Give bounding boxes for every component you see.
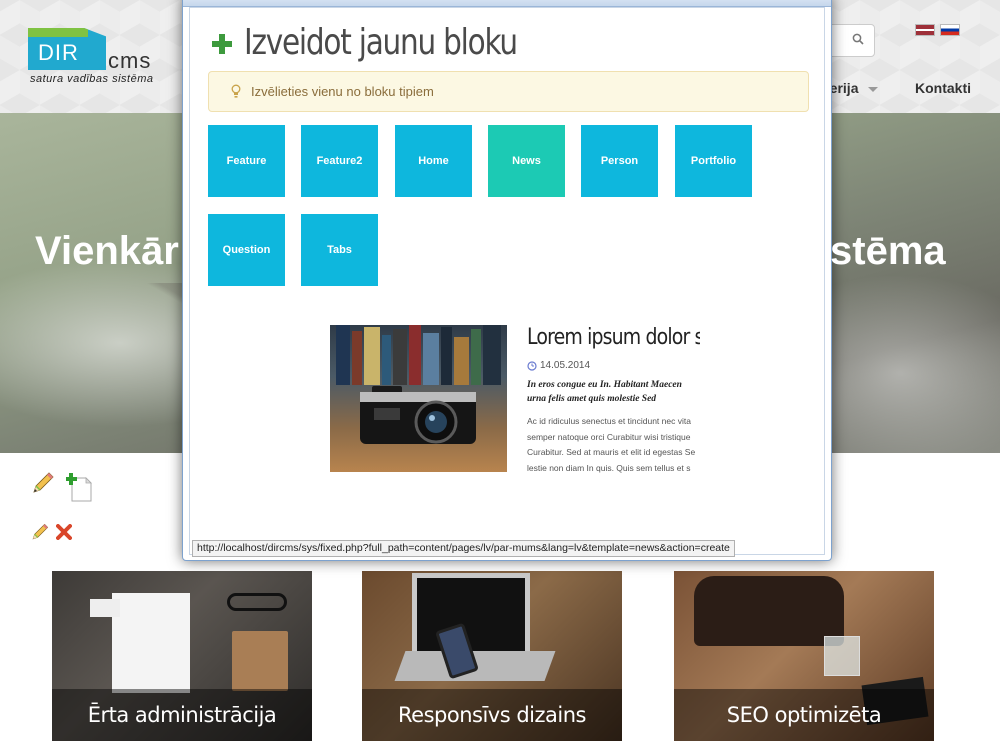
notebook-image: [232, 631, 288, 691]
dialog-content: Izveidot jaunu bloku Izvēlieties vienu n…: [189, 7, 825, 557]
add-page-icon[interactable]: [66, 472, 92, 502]
logo-cms-text: cms: [108, 48, 152, 73]
block-type-feature[interactable]: Feature: [208, 125, 285, 197]
preview-body-line: Curabitur. Sed at mauris et elit id eges…: [527, 447, 696, 457]
feature-card-caption: SEO optimizēta: [674, 689, 934, 741]
block-type-feature2[interactable]: Feature2: [301, 125, 378, 197]
flag-latvia-icon[interactable]: [915, 24, 935, 36]
preview-body: Ac id ridiculus senectus et tincidunt ne…: [527, 414, 700, 475]
feature-card-responsive[interactable]: Responsīvs dizains: [362, 571, 622, 741]
bookshelf-image: [336, 325, 501, 385]
chevron-down-icon[interactable]: [868, 87, 878, 92]
block-type-portfolio[interactable]: Portfolio: [675, 125, 752, 197]
block-type-person[interactable]: Person: [581, 125, 658, 197]
glasses-image: [227, 593, 287, 611]
block-type-news[interactable]: News: [488, 125, 565, 197]
flag-russia-icon[interactable]: [940, 24, 960, 36]
preview-title: Lorem ipsum dolor si: [527, 325, 700, 350]
block-type-tabs[interactable]: Tabs: [301, 214, 378, 286]
logo-tagline: satura vadības sistēma: [30, 73, 154, 85]
preview-body-line: lestie non diam In quis. Quis sem tellus…: [527, 462, 691, 473]
site-logo[interactable]: DIR cms satura vadības sistēma: [28, 28, 168, 88]
search-icon[interactable]: [852, 33, 864, 45]
plus-icon: [212, 34, 232, 54]
alert-text: Izvēlieties vienu no bloku tipiem: [251, 84, 434, 99]
feature-card-seo[interactable]: SEO optimizēta: [674, 571, 934, 741]
pencil-icon[interactable]: [30, 522, 50, 542]
dialog-titlebar[interactable]: [183, 0, 831, 7]
create-block-dialog: Izveidot jaunu bloku Izvēlieties vienu n…: [182, 0, 832, 561]
nav-item-kontakti[interactable]: Kontakti: [915, 80, 971, 96]
laptop-image: [412, 573, 530, 651]
info-alert: Izvēlieties vienu no bloku tipiem: [208, 71, 809, 112]
preview-lead-line: urna felis amet quis molestie Sed: [527, 394, 657, 404]
feature-card-admin[interactable]: Ērta administrācija: [52, 571, 312, 741]
status-bar-url: http://localhost/dircms/sys/fixed.php?fu…: [192, 540, 735, 557]
block-type-home[interactable]: Home: [395, 125, 472, 197]
hero-title-left: Vienkār: [35, 229, 179, 273]
feature-card-caption: Responsīvs dizains: [362, 689, 622, 741]
preview-image: [330, 325, 507, 472]
preview-date: 14.05.2014: [540, 360, 591, 371]
letterhead-image: [112, 593, 190, 693]
block-type-question[interactable]: Question: [208, 214, 285, 286]
news-preview: Lorem ipsum dolor si 14.05.2014 In eros …: [330, 325, 700, 475]
preview-lead-line: In eros congue eu In. Habitant Maecen: [527, 380, 682, 390]
camera-image: [360, 386, 476, 444]
preview-body-line: semper natoque orci Curabitur wisi trist…: [527, 431, 691, 442]
card-image: [90, 599, 120, 617]
logo-dir-text: DIR: [28, 28, 106, 70]
preview-lead: In eros congue eu In. Habitant Maecen ur…: [527, 378, 700, 406]
glass-image: [824, 636, 860, 676]
dialog-title: Izveidot jaunu bloku: [244, 22, 518, 63]
pencil-icon[interactable]: [30, 470, 56, 496]
feature-card-caption: Ērta administrācija: [52, 689, 312, 741]
lightbulb-icon: [231, 84, 241, 98]
bag-image: [694, 576, 844, 646]
hero-title-right: stēma: [830, 229, 946, 273]
delete-icon[interactable]: [56, 524, 72, 540]
preview-body-line: Ac id ridiculus senectus et tincidunt ne…: [527, 416, 691, 426]
clock-icon: [527, 361, 537, 371]
